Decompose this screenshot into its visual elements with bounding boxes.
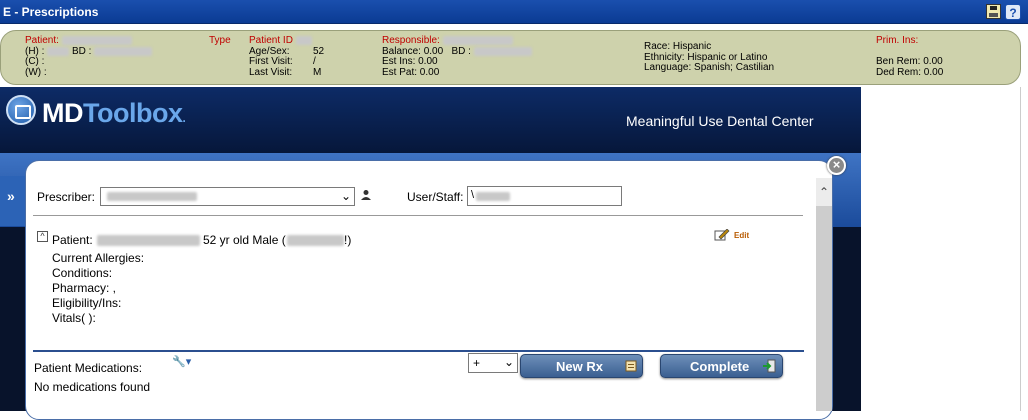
complete-label: Complete [690, 359, 750, 374]
redacted-patient-name [61, 36, 132, 45]
redacted-user-staff [476, 192, 510, 201]
banner-bd-label: BD : [72, 45, 92, 57]
new-rx-button[interactable]: New Rx [520, 354, 643, 378]
banner-age-sex-label: Age/Sex: [249, 45, 290, 57]
banner-est-pat: Est Pat: 0.00 [382, 66, 440, 78]
patient-close-paren: !) [344, 233, 352, 247]
scrollbar-thumb[interactable] [816, 206, 832, 411]
banner-home-label: (H) : [25, 45, 45, 57]
banner-contact-col: Patient: (H) : BD : (C) : (W) : [25, 35, 153, 78]
banner-patient-id-label: Patient ID [249, 35, 293, 47]
help-icon[interactable]: ? [1005, 4, 1021, 20]
redacted-patient-id [295, 36, 312, 45]
new-rx-label: New Rx [556, 359, 603, 374]
banner-resp-bd-label: BD : [451, 45, 471, 57]
double-chevron-right-icon: » [7, 188, 15, 204]
banner-last-visit-label: Last Visit: [249, 66, 293, 78]
window-title-bar: E - Prescriptions ? [0, 0, 1028, 24]
redacted-patient-id [287, 235, 344, 246]
panel-scrollbar[interactable]: ⌃ [816, 178, 832, 411]
right-divider [1020, 87, 1021, 411]
eligibility-label: Eligibility/Ins: [52, 296, 122, 310]
chevron-down-icon: ⌄ [503, 355, 514, 369]
banner-id-col: Patient ID Age/Sex: 52 / M First Visit: L… [249, 35, 324, 78]
banner-type-label: Type [209, 35, 231, 46]
banner-patient-label: Patient: [25, 35, 59, 47]
redacted-responsible-birthdate [473, 46, 532, 56]
conditions-label: Conditions: [52, 266, 113, 280]
complete-button[interactable]: Complete [660, 354, 783, 378]
prescriber-select[interactable]: ⌄ [100, 187, 355, 206]
window-title: E - Prescriptions [3, 5, 99, 19]
section-divider [33, 215, 803, 216]
user-staff-prefix: \ [471, 189, 475, 201]
banner-demographics-col: Race: Hispanic Ethnicity: Hispanic or La… [644, 41, 775, 74]
no-medications-text: No medications found [34, 380, 151, 394]
user-staff-input[interactable]: \ [467, 186, 622, 206]
banner-age-sex-value: 52 / M [313, 45, 325, 78]
banner-ben-rem: Ben Rem: 0.00 [876, 56, 943, 67]
redacted-prescriber [107, 192, 197, 201]
user-staff-label: User/Staff: [407, 190, 464, 204]
prescriber-label: Prescriber: [37, 190, 96, 204]
center-name: Meaningful Use Dental Center [626, 113, 814, 129]
redacted-birthdate [94, 46, 153, 56]
banner-insurance-col: Prim. Ins: Ben Rem: 0.00 Ded Rem: 0.00 [876, 35, 944, 78]
patient-age-sex: 52 yr old Male ( [203, 233, 286, 247]
banner-race: Race: Hispanic [644, 41, 712, 52]
save-icon[interactable] [986, 4, 1001, 19]
banner-responsible-label: Responsible: [382, 35, 440, 47]
banner-work-label: (W) : [25, 66, 47, 78]
redacted-patient-info [97, 235, 200, 246]
prescription-pad-icon [625, 360, 637, 372]
redacted-home-phone [47, 46, 70, 56]
banner-responsible-col: Responsible: Balance: 0.00 BD : Est Ins:… [382, 35, 532, 78]
mdtoolbox-logo-icon [6, 95, 36, 125]
mdtoolbox-logo: MDToolbox. [42, 98, 186, 128]
exit-arrow-icon [763, 359, 776, 373]
right-blank-area [861, 87, 1028, 411]
banner-ded-rem: Ded Rem: 0.00 [876, 66, 944, 78]
edit-label: Edit [734, 231, 750, 240]
vitals-label: Vitals( ): [52, 311, 96, 325]
close-icon[interactable]: × [827, 156, 846, 175]
chevron-down-icon: ⌄ [340, 189, 351, 203]
patient-label: Patient: [52, 233, 93, 247]
add-select-value: + [473, 356, 481, 370]
scroll-up-icon[interactable]: ⌃ [818, 186, 830, 198]
current-allergies-label: Current Allergies: [52, 251, 145, 265]
collapse-icon[interactable]: ^ [37, 231, 48, 242]
patient-medications-label: Patient Medications: [34, 361, 143, 375]
patient-banner: Patient: (H) : BD : (C) : (W) : Type Pat… [0, 30, 1021, 85]
banner-prim-ins-label: Prim. Ins: [876, 35, 919, 46]
redacted-responsible-name [442, 36, 513, 45]
banner-language: Language: Spanish; Castilian [644, 62, 775, 73]
edit-patient-button[interactable]: Edit [714, 229, 754, 243]
banner-balance: Balance: 0.00 [382, 45, 444, 57]
pencil-icon [714, 229, 730, 241]
person-lookup-icon[interactable] [360, 189, 372, 201]
medications-divider [33, 350, 804, 352]
pharmacy-label: Pharmacy: , [52, 281, 117, 295]
wrench-icon[interactable]: 🔧▾ [172, 355, 192, 368]
add-options-select[interactable]: + ⌄ [468, 353, 518, 373]
